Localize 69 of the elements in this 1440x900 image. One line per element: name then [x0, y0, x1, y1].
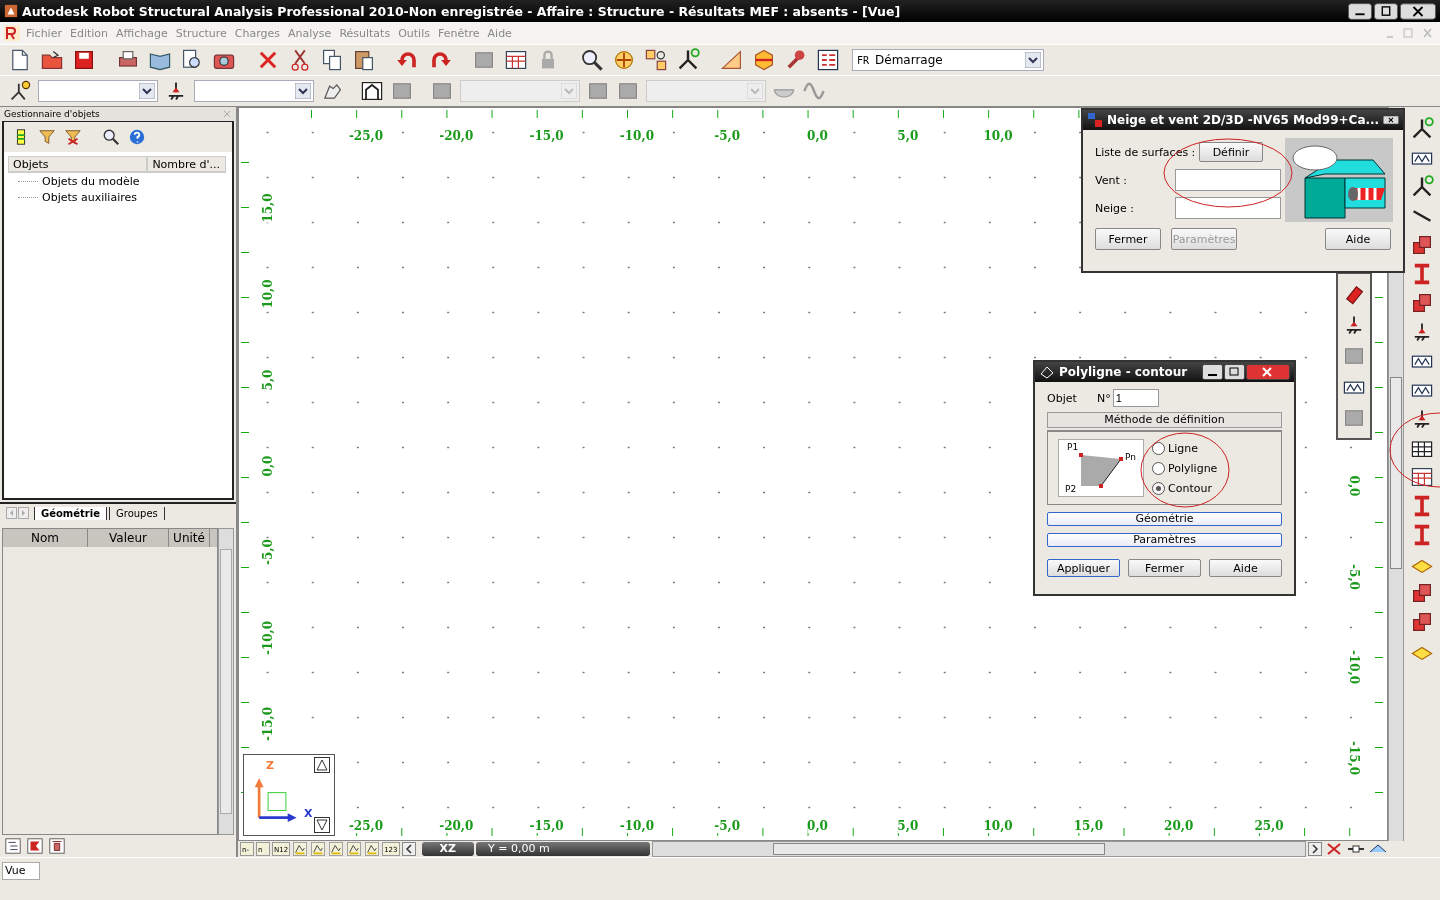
- tree-item[interactable]: Objets auxiliaires: [42, 190, 137, 204]
- ruler-label: 0,0: [807, 129, 828, 143]
- ruler-label: -5,0: [714, 129, 741, 143]
- ruler-label: -25,0: [348, 129, 384, 143]
- dialog-title: Neige et vent 2D/3D -NV65 Mod99+Ca...: [1107, 113, 1380, 127]
- radio-option[interactable]: Contour: [1152, 481, 1218, 495]
- ruler-label: -10,0: [261, 620, 275, 656]
- panel-tab[interactable]: Géométrie: [34, 506, 107, 520]
- dialog-button[interactable]: Aide: [1209, 559, 1282, 577]
- dialog-button[interactable]: Fermer: [1095, 228, 1161, 250]
- point-label: P2: [1065, 484, 1077, 494]
- z-axis-label: Z: [266, 759, 274, 772]
- define-button[interactable]: Définir: [1199, 142, 1263, 162]
- field-label: Vent :: [1095, 173, 1128, 187]
- window-title: Autodesk Robot Structural Analysis Professional 2010-Non enregistrée - Affaire : Structure - Résultats MEF : absents - [Vue]: [22, 3, 901, 19]
- ruler-label: -5,0: [714, 819, 741, 833]
- ruler-label: -5,0: [1347, 563, 1361, 590]
- ruler-label: -20,0: [439, 129, 474, 143]
- column-header[interactable]: Unité: [169, 529, 210, 547]
- point-label: Pn: [1125, 452, 1136, 462]
- view-plane-label[interactable]: XZ: [421, 842, 474, 856]
- dialog-button[interactable]: Fermer: [1128, 559, 1201, 577]
- point-label: P1: [1067, 442, 1079, 452]
- dialog-button[interactable]: Appliquer: [1047, 559, 1120, 577]
- section-header[interactable]: Méthode de définition: [1047, 412, 1282, 428]
- ruler-label: -15,0: [529, 129, 564, 143]
- radio-option[interactable]: Polyligne: [1152, 461, 1218, 475]
- ruler-label: 0,0: [261, 455, 275, 477]
- ruler-label: 25,0: [1254, 819, 1284, 833]
- ruler-label: 0,0: [807, 819, 828, 833]
- ruler-label: 20,0: [1164, 819, 1194, 833]
- radio-option[interactable]: Ligne: [1152, 441, 1218, 455]
- tree-item[interactable]: Objets du modèle: [42, 174, 140, 188]
- column-header[interactable]: Objets: [8, 156, 148, 172]
- x-axis-label: X: [304, 807, 313, 820]
- section-button[interactable]: Géométrie: [1047, 512, 1282, 526]
- panel-tab[interactable]: Groupes: [109, 506, 165, 520]
- ruler-label: 10,0: [983, 819, 1013, 833]
- ruler-label: 10,0: [983, 129, 1013, 143]
- object-number-field[interactable]: 1: [1112, 389, 1159, 407]
- field-label: Objet: [1047, 391, 1078, 405]
- ruler-label: -10,0: [1347, 649, 1361, 685]
- ruler-label: 0,0: [1347, 475, 1361, 497]
- dialog-title: Polyligne - contour: [1059, 365, 1188, 379]
- ruler-label: 5,0: [261, 369, 275, 391]
- dialog-button[interactable]: Aide: [1325, 228, 1391, 250]
- column-header[interactable]: Nom: [3, 529, 88, 547]
- ruler-label: -10,0: [619, 819, 654, 833]
- layout-dropdown[interactable]: FR Démarrage: [852, 49, 1044, 71]
- ruler-label: -10,0: [619, 129, 654, 143]
- view-position-label[interactable]: Y = 0,00 m: [476, 842, 650, 856]
- view-name-field[interactable]: Vue: [2, 862, 40, 880]
- ruler-label: 5,0: [897, 819, 919, 833]
- ruler-label: -15,0: [261, 706, 275, 742]
- ruler-label: 15,0: [1073, 819, 1103, 833]
- ruler-label: -15,0: [1347, 740, 1361, 775]
- ruler-label: -15,0: [529, 819, 564, 833]
- ruler-label: -20,0: [439, 819, 474, 833]
- column-header[interactable]: Nombre d'...: [147, 156, 226, 172]
- field-label: N°: [1097, 391, 1111, 405]
- ruler-label: -25,0: [348, 819, 384, 833]
- ruler-label: 15,0: [261, 193, 275, 223]
- panel-title: Gestionnaire d'objets: [4, 109, 100, 119]
- column-header[interactable]: Valeur: [88, 529, 169, 547]
- ruler-label: 5,0: [897, 129, 919, 143]
- ruler-label: -5,0: [261, 539, 275, 565]
- section-button[interactable]: Paramètres: [1047, 533, 1282, 547]
- ruler-label: 10,0: [261, 279, 275, 309]
- field-label: Neige :: [1095, 201, 1135, 215]
